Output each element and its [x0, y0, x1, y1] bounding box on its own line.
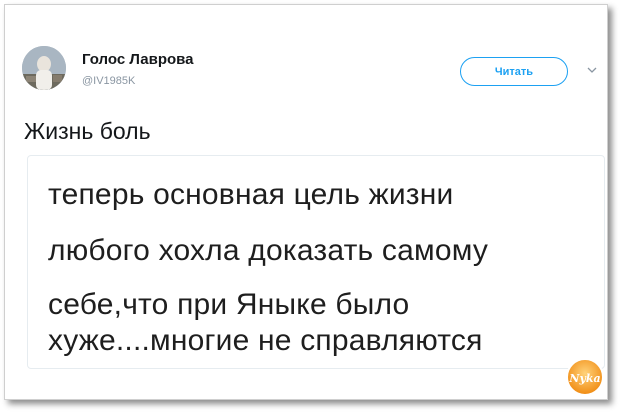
quoted-text-line: хуже....многие не справляются	[48, 324, 483, 357]
svg-text:Nyka: Nyka	[568, 372, 600, 385]
quoted-text-line: любого хохла доказать самому	[48, 234, 489, 267]
chevron-down-icon[interactable]	[585, 63, 599, 77]
quoted-text-line: себе,что при Яныке было	[48, 288, 410, 321]
author-display-name[interactable]: Голос Лаврова	[82, 51, 194, 68]
avatar[interactable]	[22, 46, 66, 90]
watermark-logo: Nyka	[565, 357, 605, 397]
follow-button[interactable]: Читать	[460, 57, 568, 86]
tweet-text: Жизнь боль	[24, 118, 151, 144]
quoted-text-line: теперь основная цель жизни	[48, 178, 454, 211]
avatar-photo	[22, 46, 66, 90]
author-handle[interactable]: @IV1985K	[82, 75, 135, 87]
tweet-card: Голос Лаврова @IV1985K Читать Жизнь боль…	[4, 4, 608, 400]
quoted-image[interactable]: теперь основная цель жизни любого хохла …	[27, 155, 605, 369]
